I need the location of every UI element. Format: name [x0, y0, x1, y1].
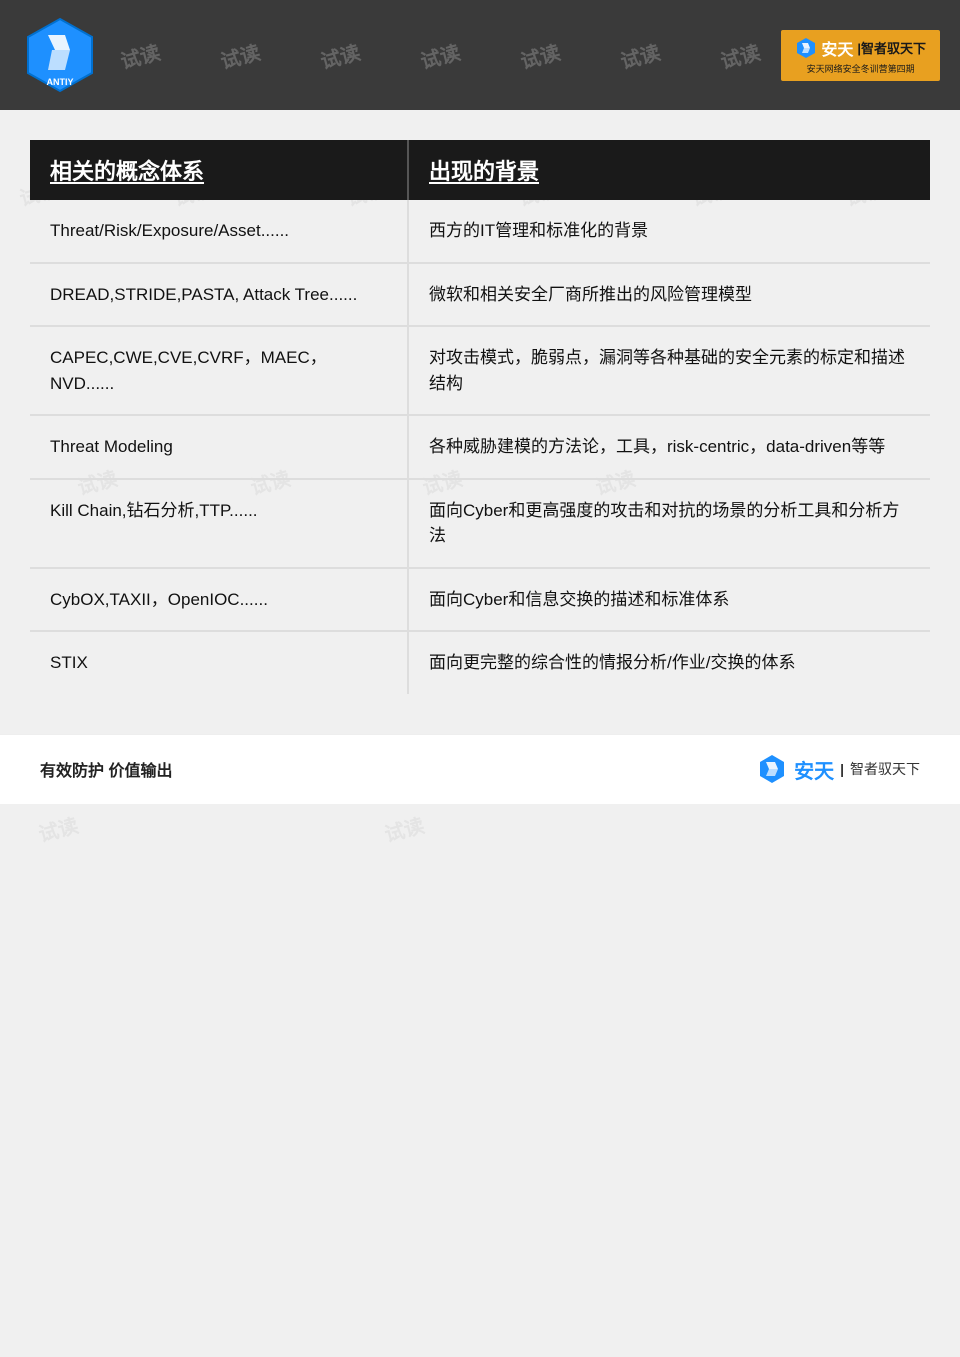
table-row: Threat/Risk/Exposure/Asset......西方的IT管理和…	[30, 200, 930, 263]
main-table-wrapper: 相关的概念体系 出现的背景 Threat/Risk/Exposure/Asset…	[30, 140, 930, 694]
table-row: CybOX,TAXII，OpenIOC......面向Cyber和信息交换的描述…	[30, 568, 930, 632]
antiy-logo-icon: ANTIY	[20, 15, 100, 95]
header-watermark-6: 试读	[617, 41, 663, 70]
right-logo-sub: |智者驭天下	[857, 38, 926, 57]
logo-container: ANTIY	[20, 15, 100, 95]
header-right-logo: 安天 |智者驭天下 安天网络安全冬训营第四期	[781, 30, 940, 81]
right-logo-antiy: 安天	[821, 36, 853, 60]
table-cell-right-6: 面向更完整的综合性的情报分析/作业/交换的体系	[408, 631, 930, 694]
col2-header: 出现的背景	[408, 140, 930, 200]
footer-logo-sub: 智者驭天下	[850, 759, 920, 779]
right-logo-detail: 安天网络安全冬训营第四期	[807, 62, 915, 75]
footer: 有效防护 价值输出 安天 | 智者驭天下	[0, 734, 960, 804]
main-table: 相关的概念体系 出现的背景 Threat/Risk/Exposure/Asset…	[30, 140, 930, 694]
header: ANTIY 试读 试读 试读 试读 试读 试读 试读 安天 |智者驭天下 安天网…	[0, 0, 960, 110]
table-cell-left-6: STIX	[30, 631, 408, 694]
table-cell-left-3: Threat Modeling	[30, 415, 408, 479]
table-cell-left-4: Kill Chain,钻石分析,TTP......	[30, 479, 408, 568]
header-watermark-2: 试读	[217, 41, 263, 70]
header-watermark-3: 试读	[317, 41, 363, 70]
table-cell-right-1: 微软和相关安全厂商所推出的风险管理模型	[408, 263, 930, 327]
table-cell-left-1: DREAD,STRIDE,PASTA, Attack Tree......	[30, 263, 408, 327]
table-cell-left-0: Threat/Risk/Exposure/Asset......	[30, 200, 408, 263]
table-cell-right-3: 各种威胁建模的方法论，工具，risk-centric，data-driven等等	[408, 415, 930, 479]
antiy-small-icon	[795, 37, 817, 59]
table-row: DREAD,STRIDE,PASTA, Attack Tree......微软和…	[30, 263, 930, 327]
table-row: STIX面向更完整的综合性的情报分析/作业/交换的体系	[30, 631, 930, 694]
svg-text:ANTIY: ANTIY	[47, 77, 74, 87]
header-watermark-5: 试读	[517, 41, 563, 70]
footer-logo-divider: |	[840, 761, 844, 777]
table-cell-right-5: 面向Cyber和信息交换的描述和标准体系	[408, 568, 930, 632]
header-watermark-4: 试读	[417, 41, 463, 70]
table-header-row: 相关的概念体系 出现的背景	[30, 140, 930, 200]
table-cell-left-5: CybOX,TAXII，OpenIOC......	[30, 568, 408, 632]
footer-antiy-icon	[756, 753, 788, 785]
bwm-11: 试读	[35, 810, 81, 848]
table-cell-right-2: 对攻击模式，脆弱点，漏洞等各种基础的安全元素的标定和描述结构	[408, 326, 930, 415]
table-row: Threat Modeling各种威胁建模的方法论，工具，risk-centri…	[30, 415, 930, 479]
table-cell-right-0: 西方的IT管理和标准化的背景	[408, 200, 930, 263]
table-row: CAPEC,CWE,CVE,CVRF，MAEC，NVD......对攻击模式，脆…	[30, 326, 930, 415]
col1-header: 相关的概念体系	[30, 140, 408, 200]
footer-logo-main: 安天	[794, 755, 834, 784]
table-cell-left-2: CAPEC,CWE,CVE,CVRF，MAEC，NVD......	[30, 326, 408, 415]
footer-right-logo: 安天 | 智者驭天下	[756, 753, 920, 785]
footer-left-text: 有效防护 价值输出	[40, 757, 172, 781]
header-watermark-7: 试读	[717, 41, 763, 70]
bwm-12: 试读	[381, 810, 427, 848]
table-cell-right-4: 面向Cyber和更高强度的攻击和对抗的场景的分析工具和分析方法	[408, 479, 930, 568]
header-watermark-1: 试读	[117, 41, 163, 70]
table-row: Kill Chain,钻石分析,TTP......面向Cyber和更高强度的攻击…	[30, 479, 930, 568]
header-watermarks: 试读 试读 试读 试读 试读 试读 试读	[100, 41, 781, 70]
